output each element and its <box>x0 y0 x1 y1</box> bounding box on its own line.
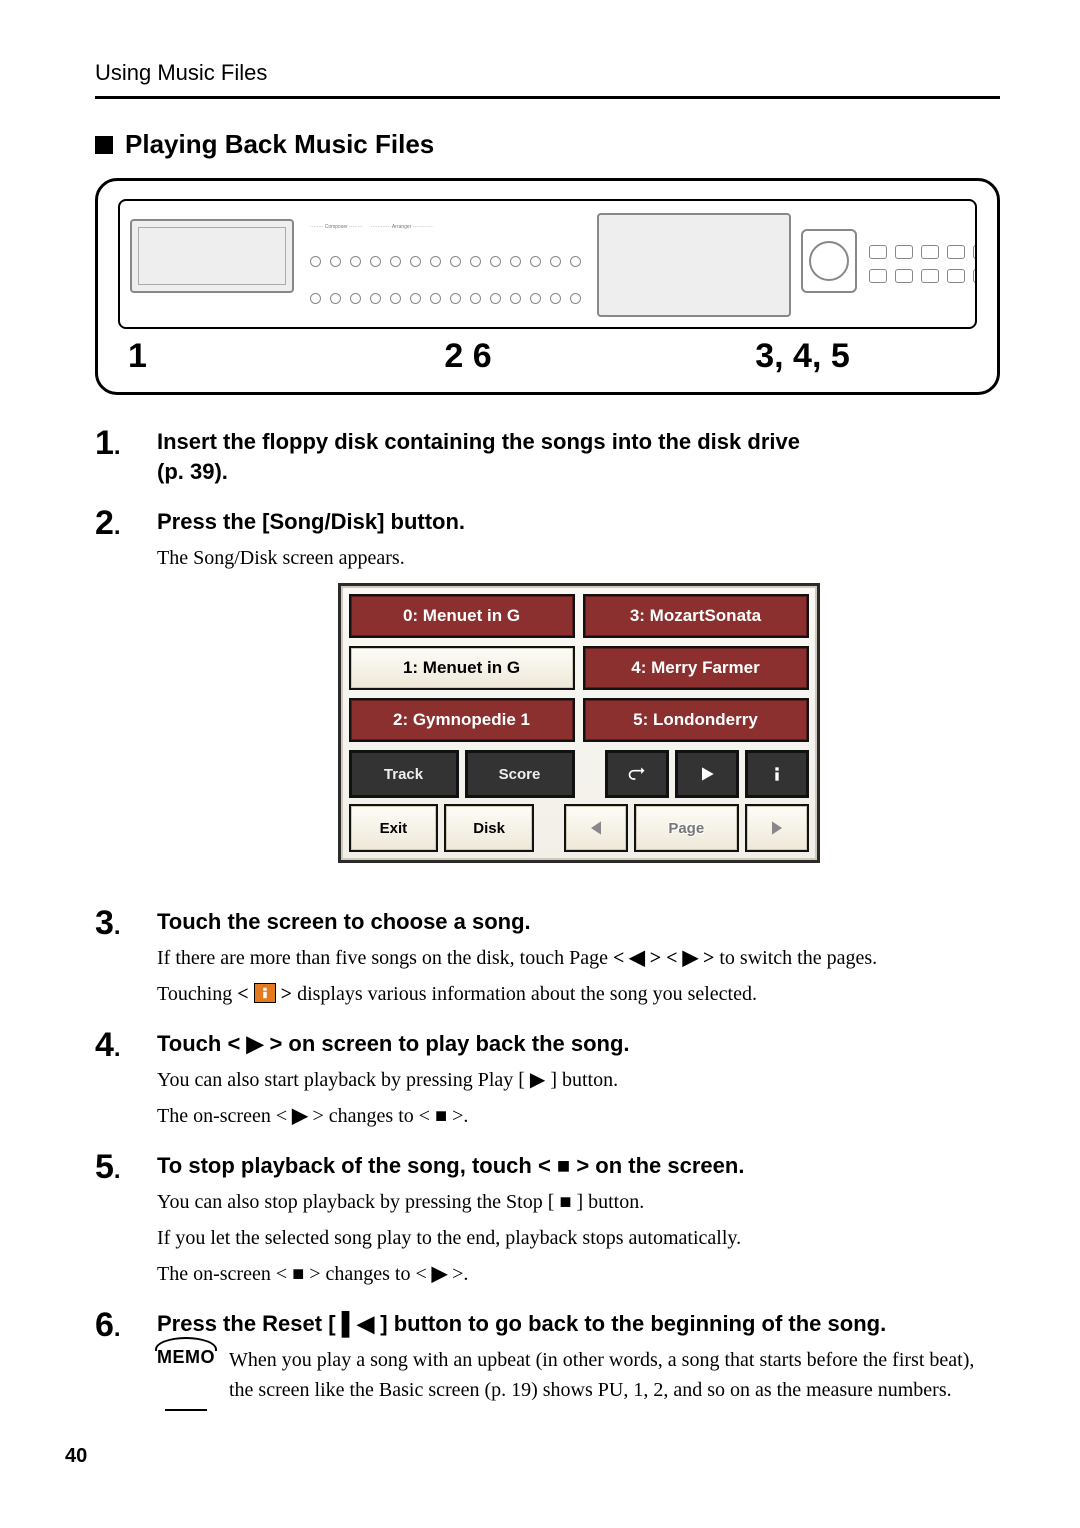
step-4: 4. Touch < ▶ > on screen to play back th… <box>157 1029 1000 1131</box>
stop-icon: ■ <box>557 1153 570 1178</box>
memo-block: MEMO When you play a song with an upbeat… <box>157 1345 1000 1405</box>
step-3-body-1: If there are more than five songs on the… <box>157 943 1000 973</box>
song-item-4[interactable]: 4: Merry Farmer <box>583 646 809 690</box>
step-5-number: 5. <box>95 1151 157 1289</box>
step-3: 3. Touch the screen to choose a song. If… <box>157 907 1000 1009</box>
step-2-heading: Press the [Song/Disk] button. <box>157 507 1000 537</box>
play-icon: ▶ <box>432 1263 447 1285</box>
play-icon: ▶ <box>530 1069 545 1091</box>
panel-diagram: ········ Composer ········ ············ … <box>95 178 1000 395</box>
panel-diagram-inner: ········ Composer ········ ············ … <box>118 199 977 329</box>
info-button[interactable] <box>745 750 809 798</box>
stop-icon: ■ <box>292 1263 304 1285</box>
skip-back-icon: ▌◀ <box>342 1311 375 1336</box>
page-label: Page <box>634 804 739 852</box>
triangle-right-icon: ▶ <box>683 947 698 969</box>
step-1: 1. Insert the floppy disk containing the… <box>157 427 1000 487</box>
score-button[interactable]: Score <box>465 750 575 798</box>
info-icon <box>767 764 787 784</box>
step-3-body-2: Touching < > displays various informatio… <box>157 979 1000 1009</box>
step-2-number: 2. <box>95 507 157 887</box>
memo-text: When you play a song with an upbeat (in … <box>229 1345 1000 1405</box>
panel-dial <box>801 229 857 293</box>
step-2: 2. Press the [Song/Disk] button. The Son… <box>157 507 1000 887</box>
play-icon: ▶ <box>246 1031 263 1056</box>
step-6: 6. Press the Reset [ ▌◀ ] button to go b… <box>157 1309 1000 1405</box>
step-5: 5. To stop playback of the song, touch <… <box>157 1151 1000 1289</box>
step-5-body-2: If you let the selected song play to the… <box>157 1223 1000 1253</box>
panel-right-controls <box>801 209 977 319</box>
play-icon: ▶ <box>292 1105 307 1127</box>
diagram-callout-row: 1 2 6 3, 4, 5 <box>118 337 977 382</box>
repeat-icon <box>627 764 647 784</box>
repeat-button[interactable] <box>605 750 669 798</box>
stop-icon: ■ <box>435 1105 447 1127</box>
panel-center-controls: ········ Composer ········ ············ … <box>304 209 587 319</box>
running-head: Using Music Files <box>95 60 1000 86</box>
header-rule <box>95 96 1000 99</box>
inline-info-icon <box>254 983 276 1003</box>
panel-large-lcd <box>597 213 791 317</box>
step-4-body-1: You can also start playback by pressing … <box>157 1065 1000 1095</box>
step-5-body-1: You can also stop playback by pressing t… <box>157 1187 1000 1217</box>
panel-small-lcd <box>130 219 294 293</box>
triangle-left-icon: ◀ <box>629 947 644 969</box>
play-icon <box>697 764 717 784</box>
step-3-number: 3. <box>95 907 157 1009</box>
step-5-body-3: The on-screen < ■ > changes to < ▶ >. <box>157 1259 1000 1289</box>
callout-2-6: 2 6 <box>298 337 638 376</box>
square-bullet-icon <box>95 136 113 154</box>
memo-badge: MEMO <box>157 1345 215 1405</box>
song-item-0[interactable]: 0: Menuet in G <box>349 594 575 638</box>
step-4-number: 4. <box>95 1029 157 1131</box>
step-5-heading: To stop playback of the song, touch < ■ … <box>157 1151 1000 1181</box>
step-4-body-2: The on-screen < ▶ > changes to < ■ >. <box>157 1101 1000 1131</box>
exit-button[interactable]: Exit <box>349 804 439 852</box>
page-prev-button[interactable] <box>564 804 628 852</box>
step-3-heading: Touch the screen to choose a song. <box>157 907 1000 937</box>
step-6-heading: Press the Reset [ ▌◀ ] button to go back… <box>157 1309 1000 1339</box>
callout-3-4-5: 3, 4, 5 <box>638 337 967 376</box>
song-item-2[interactable]: 2: Gymnopedie 1 <box>349 698 575 742</box>
section-heading: Playing Back Music Files <box>95 129 1000 160</box>
step-4-heading: Touch < ▶ > on screen to play back the s… <box>157 1029 1000 1059</box>
song-item-3[interactable]: 3: MozartSonata <box>583 594 809 638</box>
step-6-number: 6. <box>95 1309 157 1405</box>
song-item-1[interactable]: 1: Menuet in G <box>349 646 575 690</box>
step-1-heading: Insert the floppy disk containing the so… <box>157 427 1000 487</box>
step-1-number: 1. <box>95 427 157 487</box>
song-disk-screenshot: 0: Menuet in G 3: MozartSonata 1: Menuet… <box>338 583 820 863</box>
play-button[interactable] <box>675 750 739 798</box>
stop-icon: ■ <box>559 1191 571 1213</box>
chevron-left-icon <box>586 818 606 838</box>
page-number: 40 <box>65 1445 1000 1468</box>
callout-1: 1 <box>128 337 298 376</box>
chevron-right-icon <box>767 818 787 838</box>
track-button[interactable]: Track <box>349 750 459 798</box>
disk-button[interactable]: Disk <box>444 804 534 852</box>
section-title-text: Playing Back Music Files <box>125 129 434 159</box>
song-item-5[interactable]: 5: Londonderry <box>583 698 809 742</box>
step-2-body: The Song/Disk screen appears. <box>157 543 1000 573</box>
page-next-button[interactable] <box>745 804 809 852</box>
